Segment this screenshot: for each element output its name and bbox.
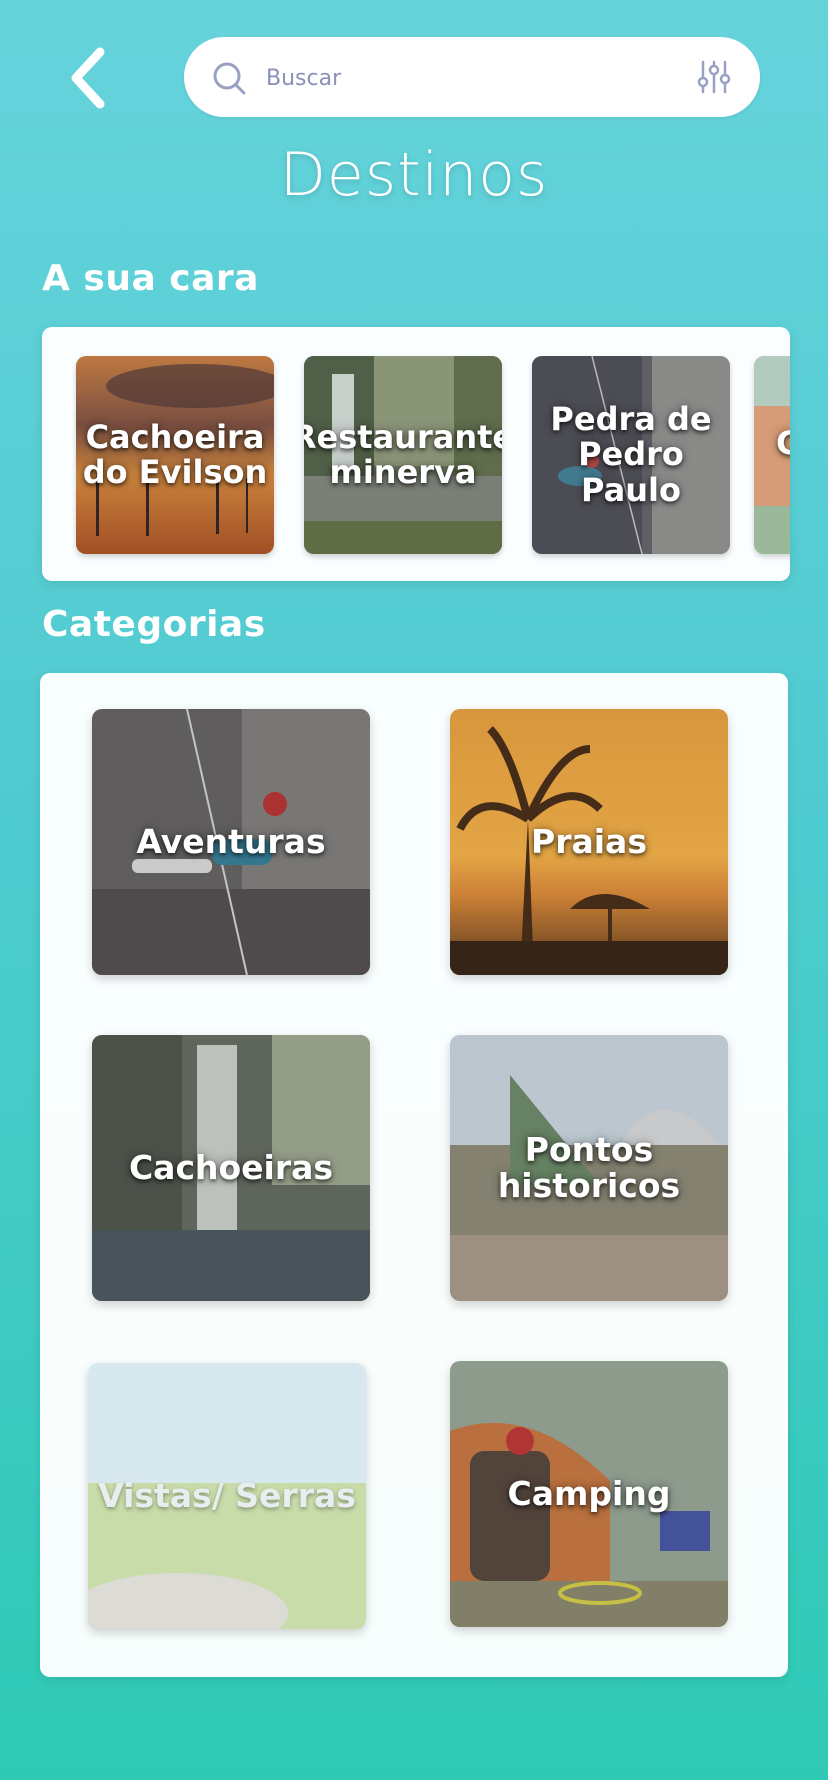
- categories-panel: Aventuras Praias Cachoeiras Pontos histo…: [40, 673, 788, 1677]
- back-button[interactable]: [58, 40, 118, 116]
- chevron-left-icon: [71, 47, 105, 109]
- category-label: Aventuras: [136, 821, 326, 861]
- category-label: Camping: [507, 1473, 671, 1513]
- recommendations-carousel[interactable]: Cachoeira do Evilson Restaurante minerva…: [42, 327, 790, 581]
- recommendations-title: A sua cara: [42, 258, 259, 299]
- destination-card[interactable]: Cachoeira do Evilson: [76, 356, 274, 554]
- sliders-icon[interactable]: [696, 59, 732, 95]
- category-label: Praias: [531, 821, 647, 861]
- category-card-pontos-historicos[interactable]: Pontos historicos: [450, 1035, 728, 1301]
- destination-card[interactable]: Pedra de Pedro Paulo: [532, 356, 730, 554]
- destination-card-label: C: [776, 424, 790, 462]
- category-label: Pontos historicos: [497, 1129, 681, 1205]
- categories-title: Categorias: [42, 604, 266, 645]
- destination-card[interactable]: Restaurante minerva: [304, 356, 502, 554]
- category-card-praias[interactable]: Praias: [450, 709, 728, 975]
- search-bar[interactable]: [184, 37, 760, 117]
- page-title: Destinos: [279, 140, 549, 210]
- search-icon: [213, 62, 246, 95]
- destination-card-label: Cachoeira do Evilson: [82, 417, 268, 491]
- category-card-aventuras[interactable]: Aventuras: [92, 709, 370, 975]
- category-card-vistas-serras[interactable]: Vistas/ Serras: [88, 1363, 366, 1629]
- destination-card-label: Pedra de Pedro Paulo: [550, 400, 712, 509]
- category-card-cachoeiras[interactable]: Cachoeiras: [92, 1035, 370, 1301]
- category-label: Cachoeiras: [128, 1147, 334, 1187]
- destination-card[interactable]: C: [754, 356, 790, 554]
- destination-card-label: Restaurante minerva: [304, 417, 502, 491]
- category-label: Vistas/ Serras: [98, 1475, 356, 1515]
- search-input[interactable]: [264, 55, 668, 101]
- category-card-camping[interactable]: Camping: [450, 1361, 728, 1627]
